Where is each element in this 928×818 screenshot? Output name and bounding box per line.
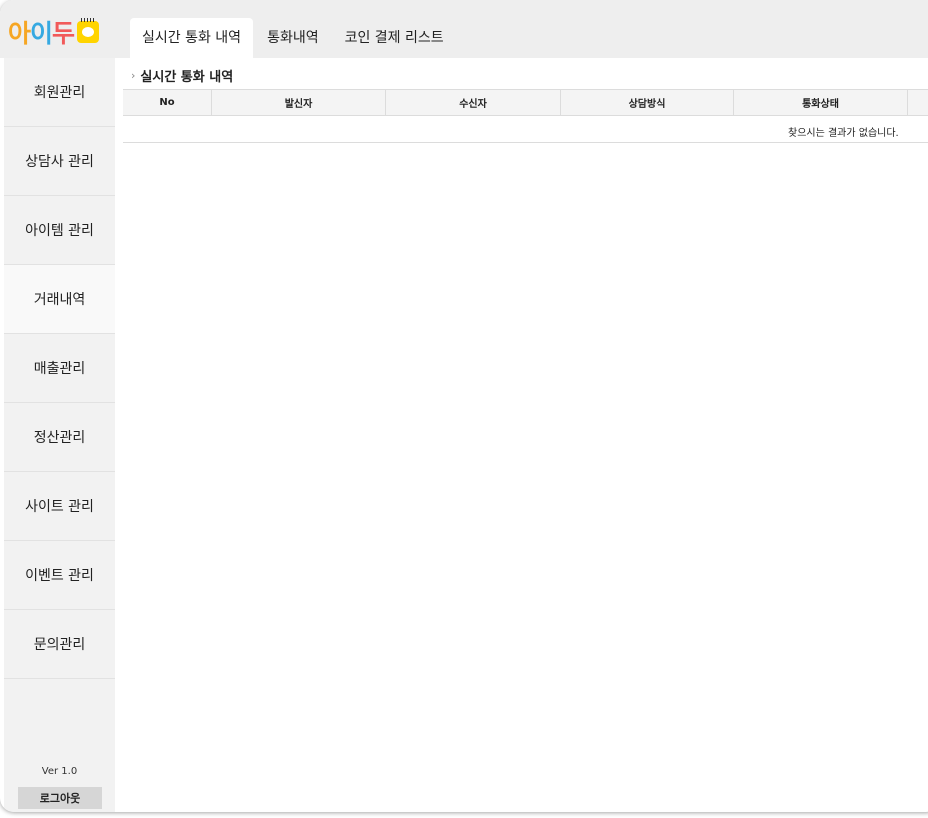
column-header-call-status[interactable]: 통화상태 — [734, 90, 908, 115]
logo-part-1: 아 — [8, 19, 31, 48]
column-header-receiver[interactable]: 수신자 — [386, 90, 561, 115]
section-title-text: 실시간 통화 내역 — [140, 70, 234, 85]
sidebar-item-transactions[interactable]: 거래내역 — [4, 265, 115, 334]
column-header-no[interactable]: No — [123, 90, 212, 115]
sidebar-item-counselors[interactable]: 상담사 관리 — [4, 127, 115, 196]
logo-part-3: 두 — [52, 19, 75, 48]
sidebar: 회원관리 상담사 관리 아이템 관리 거래내역 매출관리 정산관리 사이트 관리… — [4, 58, 115, 812]
version-label: Ver 1.0 — [41, 766, 78, 777]
column-header-method[interactable]: 상담방식 — [561, 90, 734, 115]
sidebar-item-items[interactable]: 아이템 관리 — [4, 196, 115, 265]
logo-text: 아이두 — [8, 14, 75, 50]
sidebar-item-members[interactable]: 회원관리 — [4, 58, 115, 127]
chick-icon — [77, 18, 100, 43]
empty-message: 찾으시는 결과가 없습니다. — [788, 128, 899, 139]
logo[interactable]: 아이두 — [8, 14, 100, 50]
tab-coin-payment-list[interactable]: 코인 결제 리스트 — [333, 18, 456, 58]
tab-bar: 실시간 통화 내역 통화내역 코인 결제 리스트 — [130, 18, 458, 58]
tab-realtime-calls[interactable]: 실시간 통화 내역 — [130, 18, 254, 58]
section-title: › 실시간 통화 내역 — [131, 66, 233, 85]
chevron-right-icon: › — [131, 69, 136, 82]
sidebar-item-site[interactable]: 사이트 관리 — [4, 472, 115, 541]
app-window: 아이두 실시간 통화 내역 통화내역 코인 결제 리스트 회원관리 상담사 관리… — [0, 0, 928, 812]
column-header-filler — [908, 90, 928, 115]
logo-part-2: 이 — [30, 19, 53, 48]
sidebar-item-settlement[interactable]: 정산관리 — [4, 403, 115, 472]
tab-call-history[interactable]: 통화내역 — [255, 18, 331, 58]
sidebar-item-inquiries[interactable]: 문의관리 — [4, 610, 115, 679]
sidebar-item-events[interactable]: 이벤트 관리 — [4, 541, 115, 610]
top-bar: 아이두 실시간 통화 내역 통화내역 코인 결제 리스트 — [0, 0, 928, 58]
table-empty-row: 찾으시는 결과가 없습니다. — [123, 116, 928, 143]
table-header: No 발신자 수신자 상담방식 통화상태 — [123, 89, 928, 116]
column-header-caller[interactable]: 발신자 — [212, 90, 386, 115]
logout-button[interactable]: 로그아웃 — [18, 787, 102, 809]
sidebar-item-sales[interactable]: 매출관리 — [4, 334, 115, 403]
